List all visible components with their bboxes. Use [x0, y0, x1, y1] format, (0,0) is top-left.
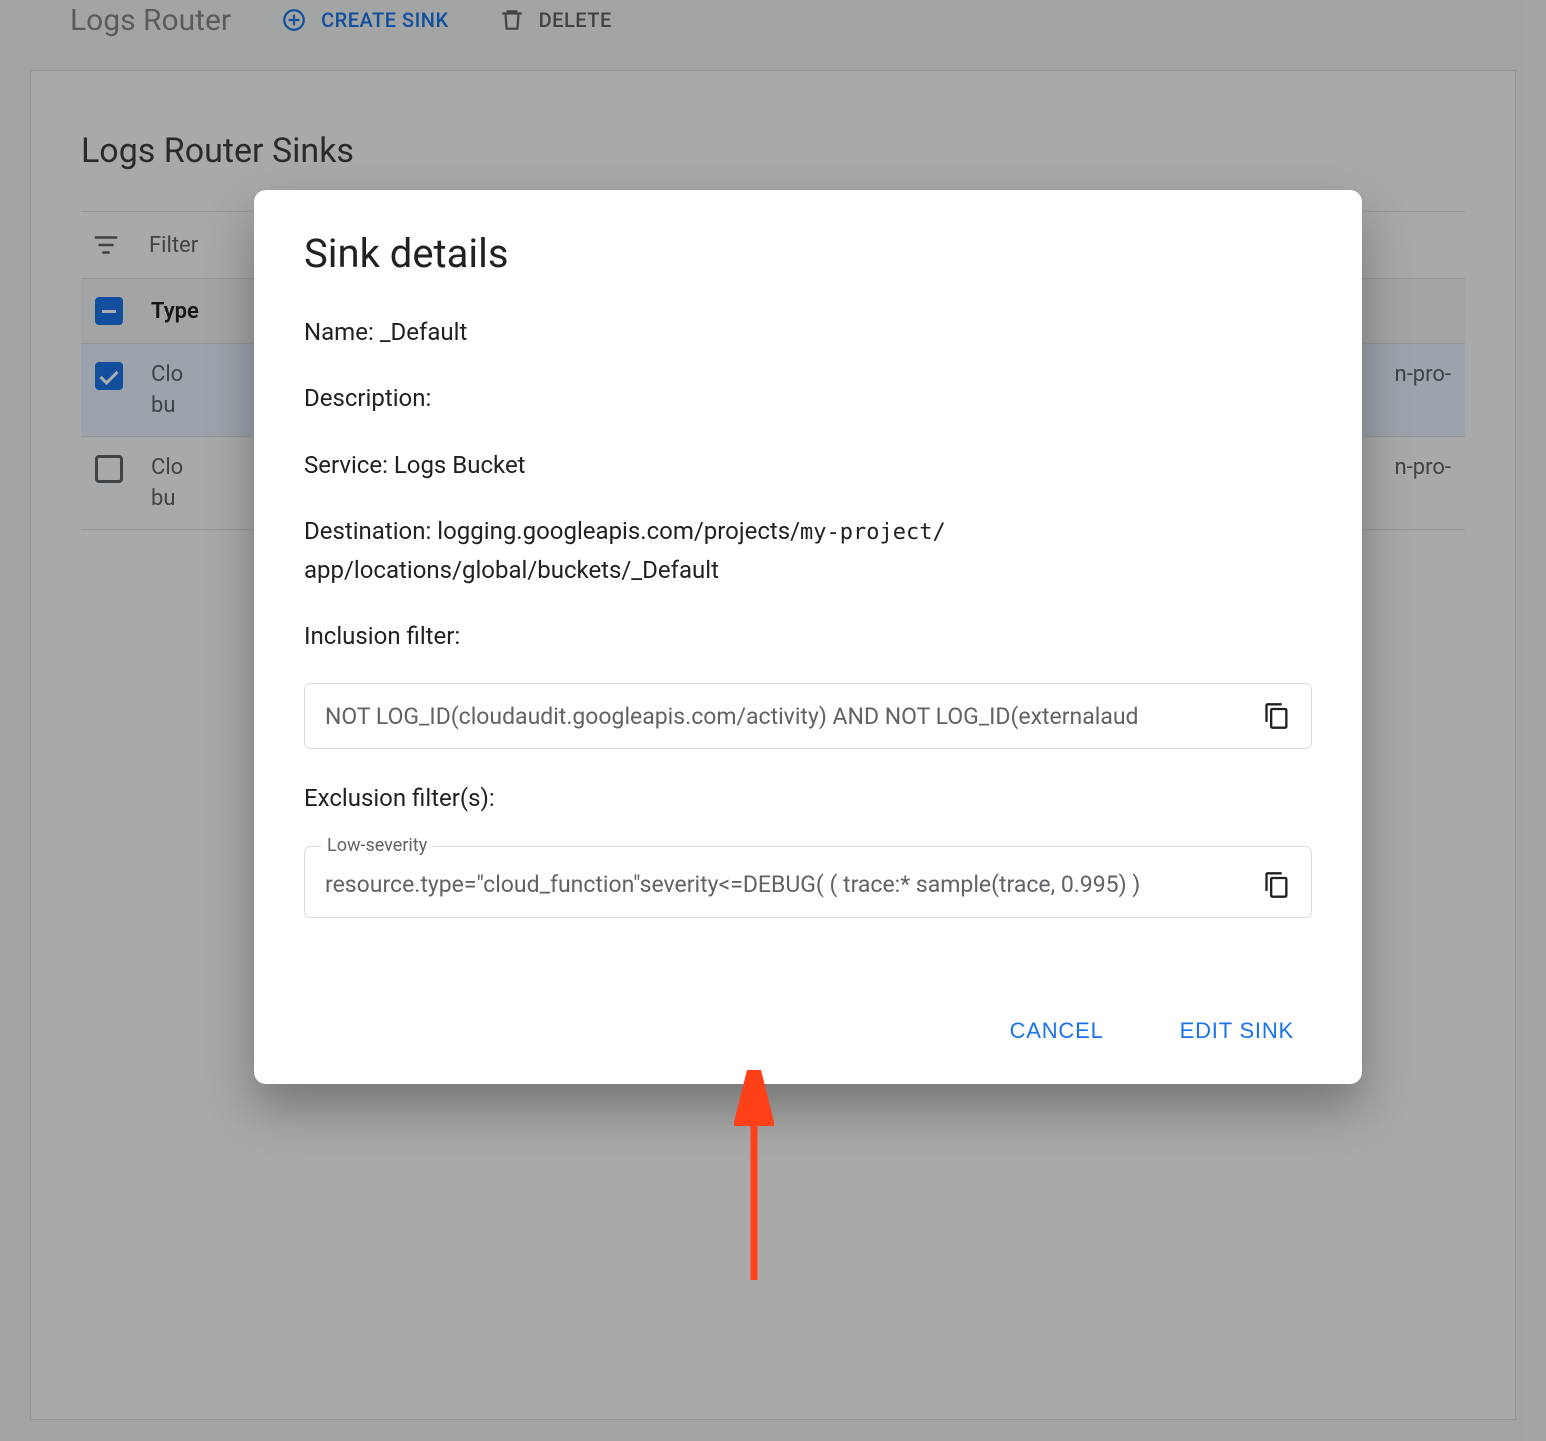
- service-label: Service:: [304, 451, 388, 479]
- destination-project: my-project/: [800, 520, 946, 545]
- destination-suffix: app/locations/global/buckets/_Default: [304, 556, 719, 584]
- name-field: Name: _Default: [304, 313, 1312, 351]
- copy-icon[interactable]: [1263, 702, 1291, 730]
- dialog-title: Sink details: [304, 230, 1312, 277]
- inclusion-filter-label: Inclusion filter:: [304, 617, 1312, 655]
- edit-sink-button[interactable]: EDIT SINK: [1172, 1008, 1302, 1054]
- name-label: Name:: [304, 318, 374, 346]
- inclusion-filter-box: NOT LOG_ID(cloudaudit.googleapis.com/act…: [304, 683, 1312, 749]
- destination-prefix: logging.googleapis.com/projects/: [437, 517, 800, 545]
- name-value: _Default: [380, 318, 468, 346]
- copy-icon[interactable]: [1263, 871, 1291, 899]
- exclusion-filter-value: resource.type="cloud_function"severity<=…: [325, 871, 1247, 898]
- destination-field: Destination: logging.googleapis.com/proj…: [304, 512, 1312, 589]
- destination-label: Destination:: [304, 517, 431, 545]
- service-field: Service: Logs Bucket: [304, 446, 1312, 484]
- service-value: Logs Bucket: [394, 451, 526, 479]
- exclusion-fieldset-label: Low-severity: [321, 835, 433, 856]
- cancel-button[interactable]: CANCEL: [1002, 1008, 1112, 1054]
- description-label: Description:: [304, 384, 431, 412]
- sink-details-dialog: Sink details Name: _Default Description:…: [254, 190, 1362, 1084]
- exclusion-filter-box: Low-severity resource.type="cloud_functi…: [304, 846, 1312, 918]
- exclusion-filter-label: Exclusion filter(s):: [304, 779, 1312, 817]
- inclusion-filter-value: NOT LOG_ID(cloudaudit.googleapis.com/act…: [325, 703, 1247, 730]
- description-field: Description:: [304, 379, 1312, 417]
- dialog-actions: CANCEL EDIT SINK: [304, 1008, 1312, 1054]
